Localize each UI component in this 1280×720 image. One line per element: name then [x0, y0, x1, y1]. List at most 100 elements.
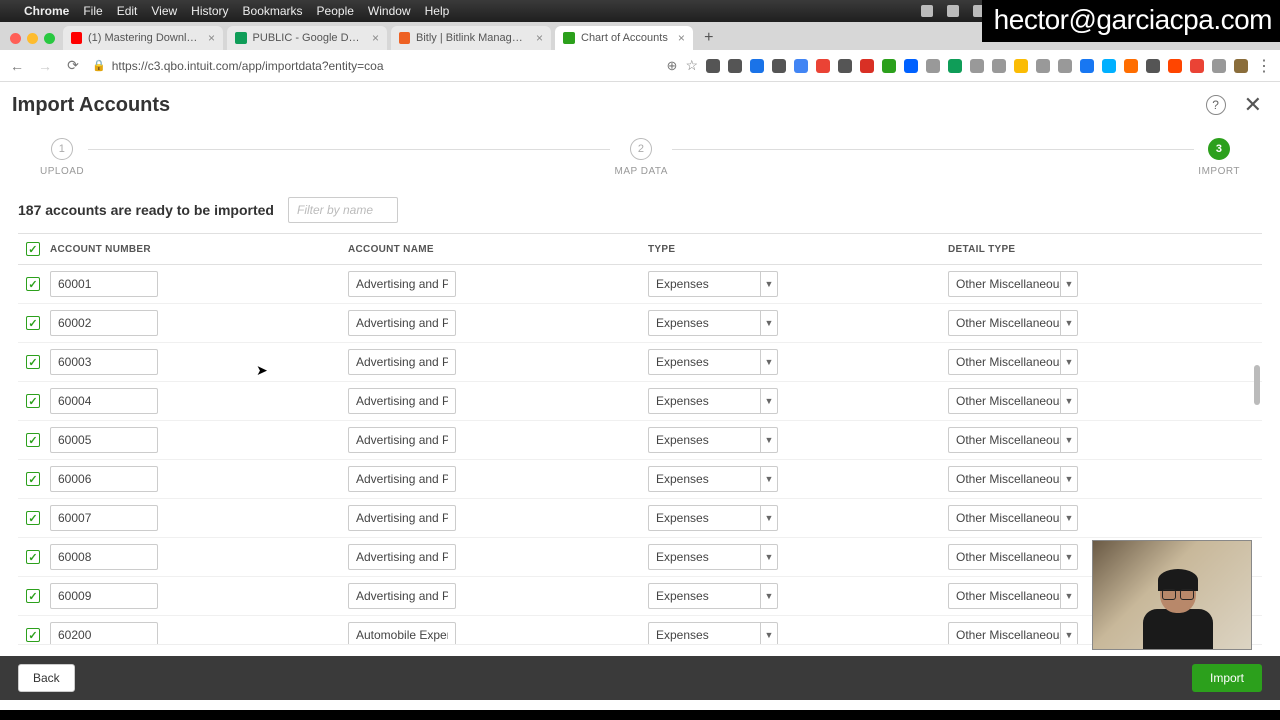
- extension-icon[interactable]: [904, 59, 918, 73]
- chevron-down-icon[interactable]: ▼: [1060, 271, 1078, 297]
- extension-icon[interactable]: [794, 59, 808, 73]
- extension-icon[interactable]: [1058, 59, 1072, 73]
- extension-icon[interactable]: [728, 59, 742, 73]
- detail-type-select[interactable]: Other Miscellaneous S▼: [948, 271, 1078, 297]
- zoom-icon[interactable]: ⊕: [667, 58, 678, 74]
- menu-window[interactable]: Window: [368, 4, 411, 18]
- chevron-down-icon[interactable]: ▼: [1060, 349, 1078, 375]
- extension-icon[interactable]: [750, 59, 764, 73]
- minimize-window-icon[interactable]: [27, 33, 38, 44]
- account-number-input[interactable]: [50, 388, 158, 414]
- chevron-down-icon[interactable]: ▼: [760, 466, 778, 492]
- account-number-input[interactable]: [50, 271, 158, 297]
- chevron-down-icon[interactable]: ▼: [760, 388, 778, 414]
- status-icon[interactable]: [921, 5, 933, 17]
- extension-icon[interactable]: [1036, 59, 1050, 73]
- help-icon[interactable]: ?: [1206, 95, 1226, 115]
- type-select[interactable]: Expenses▼: [648, 271, 778, 297]
- detail-type-select[interactable]: Other Miscellaneous S▼: [948, 349, 1078, 375]
- close-icon[interactable]: ✕: [1244, 92, 1262, 118]
- account-name-input[interactable]: [348, 271, 456, 297]
- extension-icon[interactable]: [926, 59, 940, 73]
- chevron-down-icon[interactable]: ▼: [1060, 466, 1078, 492]
- app-name[interactable]: Chrome: [24, 4, 69, 18]
- chevron-down-icon[interactable]: ▼: [1060, 505, 1078, 531]
- chevron-down-icon[interactable]: ▼: [760, 349, 778, 375]
- row-checkbox[interactable]: [26, 277, 40, 291]
- chevron-down-icon[interactable]: ▼: [1060, 544, 1078, 570]
- tab-close-icon[interactable]: ×: [678, 31, 685, 45]
- browser-tab[interactable]: Chart of Accounts×: [555, 26, 693, 50]
- account-name-input[interactable]: [348, 466, 456, 492]
- tab-close-icon[interactable]: ×: [536, 31, 543, 45]
- type-select[interactable]: Expenses▼: [648, 505, 778, 531]
- extension-icon[interactable]: [706, 59, 720, 73]
- chevron-down-icon[interactable]: ▼: [760, 583, 778, 609]
- extension-icon[interactable]: [1190, 59, 1204, 73]
- account-name-input[interactable]: [348, 583, 456, 609]
- type-select[interactable]: Expenses▼: [648, 388, 778, 414]
- account-number-input[interactable]: [50, 427, 158, 453]
- type-select[interactable]: Expenses▼: [648, 622, 778, 645]
- filter-input[interactable]: [288, 197, 398, 223]
- import-button[interactable]: Import: [1192, 664, 1262, 692]
- row-checkbox[interactable]: [26, 472, 40, 486]
- account-number-input[interactable]: [50, 622, 158, 645]
- account-name-input[interactable]: [348, 310, 456, 336]
- menu-bookmarks[interactable]: Bookmarks: [243, 4, 303, 18]
- account-name-input[interactable]: [348, 388, 456, 414]
- chevron-down-icon[interactable]: ▼: [760, 271, 778, 297]
- account-name-input[interactable]: [348, 544, 456, 570]
- chevron-down-icon[interactable]: ▼: [1060, 622, 1078, 645]
- type-select[interactable]: Expenses▼: [648, 349, 778, 375]
- chevron-down-icon[interactable]: ▼: [1060, 583, 1078, 609]
- type-select[interactable]: Expenses▼: [648, 310, 778, 336]
- browser-tab[interactable]: PUBLIC - Google Drive×: [227, 26, 387, 50]
- type-select[interactable]: Expenses▼: [648, 583, 778, 609]
- extension-icon[interactable]: [1168, 59, 1182, 73]
- browser-tab[interactable]: (1) Mastering Downloaded Tra×: [63, 26, 223, 50]
- tab-close-icon[interactable]: ×: [372, 31, 379, 45]
- row-checkbox[interactable]: [26, 511, 40, 525]
- account-number-input[interactable]: [50, 583, 158, 609]
- row-checkbox[interactable]: [26, 589, 40, 603]
- chevron-down-icon[interactable]: ▼: [1060, 388, 1078, 414]
- extension-icon[interactable]: [1014, 59, 1028, 73]
- reload-icon[interactable]: ⟳: [64, 57, 82, 74]
- extension-icon[interactable]: [772, 59, 786, 73]
- extension-icon[interactable]: [948, 59, 962, 73]
- chevron-down-icon[interactable]: ▼: [1060, 427, 1078, 453]
- row-checkbox[interactable]: [26, 628, 40, 642]
- account-number-input[interactable]: [50, 349, 158, 375]
- status-icon[interactable]: [947, 5, 959, 17]
- menu-people[interactable]: People: [317, 4, 354, 18]
- type-select[interactable]: Expenses▼: [648, 544, 778, 570]
- chevron-down-icon[interactable]: ▼: [760, 427, 778, 453]
- maximize-window-icon[interactable]: [44, 33, 55, 44]
- chevron-down-icon[interactable]: ▼: [760, 622, 778, 645]
- account-name-input[interactable]: [348, 349, 456, 375]
- row-checkbox[interactable]: [26, 550, 40, 564]
- extension-icon[interactable]: [1212, 59, 1226, 73]
- address-bar[interactable]: 🔒 https://c3.qbo.intuit.com/app/importda…: [92, 59, 384, 73]
- chevron-down-icon[interactable]: ▼: [1060, 310, 1078, 336]
- chevron-down-icon[interactable]: ▼: [760, 310, 778, 336]
- extension-icon[interactable]: [838, 59, 852, 73]
- detail-type-select[interactable]: Other Miscellaneous S▼: [948, 310, 1078, 336]
- account-name-input[interactable]: [348, 505, 456, 531]
- scrollbar-thumb[interactable]: [1254, 365, 1260, 405]
- chevron-down-icon[interactable]: ▼: [760, 505, 778, 531]
- close-window-icon[interactable]: [10, 33, 21, 44]
- extension-icon[interactable]: [992, 59, 1006, 73]
- back-icon[interactable]: ←: [8, 58, 26, 74]
- extension-icon[interactable]: [1146, 59, 1160, 73]
- row-checkbox[interactable]: [26, 316, 40, 330]
- star-icon[interactable]: ☆: [685, 57, 698, 74]
- row-checkbox[interactable]: [26, 355, 40, 369]
- extension-icon[interactable]: [816, 59, 830, 73]
- type-select[interactable]: Expenses▼: [648, 466, 778, 492]
- extension-icon[interactable]: [860, 59, 874, 73]
- detail-type-select[interactable]: Other Miscellaneous S▼: [948, 583, 1078, 609]
- menu-history[interactable]: History: [191, 4, 228, 18]
- detail-type-select[interactable]: Other Miscellaneous S▼: [948, 427, 1078, 453]
